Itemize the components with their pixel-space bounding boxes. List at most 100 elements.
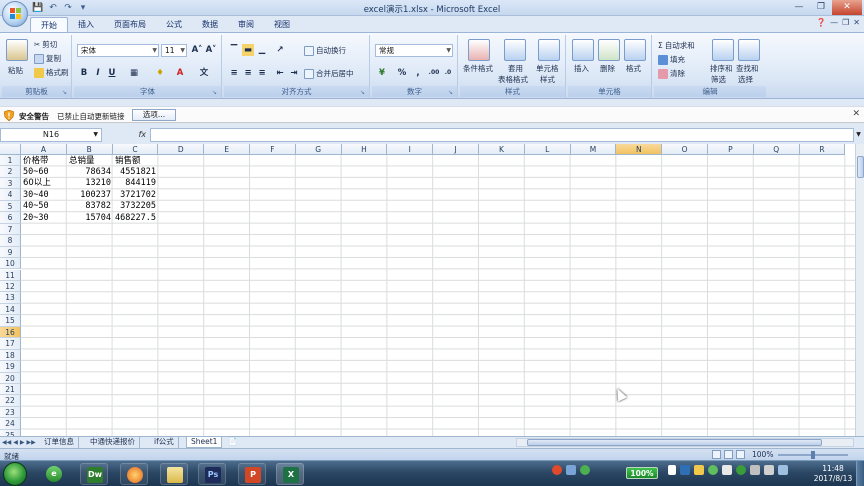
row-header[interactable]: 23 [0, 406, 21, 419]
grow-font-icon[interactable]: A˄ [191, 44, 203, 56]
table-cell[interactable]: 844119 [112, 178, 156, 189]
paste-button[interactable]: 粘贴 [8, 65, 23, 76]
volume-icon[interactable] [764, 465, 774, 475]
vertical-scroll-thumb[interactable] [857, 156, 864, 178]
tab-review[interactable]: 审阅 [228, 17, 264, 32]
underline-button[interactable]: U [106, 67, 118, 79]
column-header[interactable]: I [387, 144, 434, 155]
table-cell[interactable]: 40~50 [23, 201, 49, 212]
row-header[interactable]: 3 [0, 177, 21, 190]
column-header[interactable]: K [479, 144, 525, 155]
row-header[interactable]: 21 [0, 384, 21, 396]
font-launcher-icon[interactable]: ↘ [212, 89, 219, 96]
format-painter-button[interactable]: 格式刷 [34, 67, 69, 78]
taskbar-app-photoshop[interactable]: Ps [198, 463, 226, 485]
shrink-font-icon[interactable]: A˅ [205, 44, 217, 56]
tray-icon-6[interactable] [750, 465, 760, 475]
increase-decimal-icon[interactable]: .00 [428, 67, 440, 79]
clipboard-launcher-icon[interactable]: ↘ [62, 89, 69, 96]
tray-network-icon[interactable] [580, 465, 590, 475]
action-center-icon[interactable] [778, 465, 788, 475]
column-header[interactable]: E [204, 144, 250, 155]
sheet-tab-sheet1[interactable]: Sheet1 [186, 437, 223, 448]
insert-cells-button[interactable]: 插入 [574, 63, 589, 74]
start-button[interactable] [3, 462, 27, 486]
row-header[interactable]: 4 [0, 189, 21, 201]
fill-color-icon[interactable]: ♦ [154, 67, 166, 79]
cell-styles-icon[interactable] [538, 39, 560, 61]
tab-home[interactable]: 开始 [30, 17, 68, 32]
paste-icon[interactable] [6, 39, 28, 61]
zoom-slider[interactable] [778, 451, 848, 459]
insert-sheet-icon[interactable]: 📄 [224, 437, 241, 448]
column-header[interactable]: B [66, 144, 113, 155]
orientation-icon[interactable]: ↗ [274, 44, 286, 56]
row-header[interactable]: 22 [0, 395, 21, 407]
row-header[interactable]: 5 [0, 200, 21, 213]
tray-app-icon[interactable] [552, 465, 562, 475]
tab-formulas[interactable]: 公式 [156, 17, 192, 32]
format-as-table-button[interactable]: 套用 [508, 63, 523, 74]
workbook-close-icon[interactable]: ✕ [853, 18, 860, 27]
sheet-tab-orders[interactable]: 订单信息 [40, 437, 79, 448]
align-bottom-icon[interactable]: ▁ [256, 44, 268, 56]
table-cell[interactable]: 20~30 [23, 213, 49, 224]
column-header[interactable]: Q [753, 144, 800, 155]
select-all-corner[interactable] [0, 144, 21, 155]
format-cells-button[interactable]: 格式 [626, 63, 641, 74]
table-cell[interactable]: 50~60 [23, 167, 49, 178]
expand-formula-bar-icon[interactable]: ▼ [854, 128, 863, 142]
conditional-formatting-icon[interactable] [468, 39, 490, 61]
align-left-icon[interactable]: ≡ [228, 67, 240, 79]
horizontal-scroll-thumb[interactable] [527, 439, 822, 446]
page-layout-view-icon[interactable] [724, 450, 733, 459]
workbook-minimize-icon[interactable]: — [830, 18, 838, 27]
merge-center-button[interactable]: 合并后居中 [304, 68, 354, 79]
power-plug-icon[interactable] [668, 465, 676, 475]
font-name-combo[interactable]: 宋体 ▼ [77, 44, 159, 57]
row-header[interactable]: 17 [0, 338, 21, 350]
increase-indent-icon[interactable]: ⇥ [288, 67, 300, 79]
column-header[interactable]: P [708, 144, 754, 155]
show-desktop-button[interactable] [856, 461, 864, 486]
row-header[interactable]: 8 [0, 235, 21, 247]
align-center-icon[interactable]: ≡ [242, 67, 254, 79]
row-header[interactable]: 15 [0, 315, 21, 327]
taskbar-app-explorer[interactable] [160, 463, 188, 485]
column-header[interactable]: M [570, 144, 617, 155]
name-box[interactable]: N16 ▼ [0, 128, 102, 142]
decrease-decimal-icon[interactable]: .0 [442, 67, 454, 79]
align-middle-icon[interactable]: ▬ [242, 44, 254, 56]
alignment-launcher-icon[interactable]: ↘ [360, 89, 367, 96]
table-cell[interactable]: 60以上 [23, 178, 51, 189]
sort-filter-button[interactable]: 排序和 [710, 63, 733, 74]
tab-insert[interactable]: 插入 [68, 17, 104, 32]
delete-cells-button[interactable]: 删除 [600, 63, 615, 74]
number-format-combo[interactable]: 常规 ▼ [375, 44, 453, 57]
table-cell[interactable]: 3721702 [112, 190, 156, 201]
format-cells-icon[interactable] [624, 39, 646, 61]
format-as-table-icon[interactable] [504, 39, 526, 61]
column-header[interactable]: D [158, 144, 205, 155]
table-cell[interactable]: 30~40 [23, 190, 49, 201]
prev-sheet-icon[interactable]: ◀ [13, 437, 18, 448]
column-header[interactable]: A [21, 144, 67, 155]
zoom-level[interactable]: 100% [752, 450, 773, 459]
taskbar-clock[interactable]: 11:48 2017/8/13 [812, 464, 854, 484]
table-cell[interactable]: 83782 [67, 201, 111, 212]
column-header[interactable]: N [616, 144, 663, 155]
row-header[interactable]: 20 [0, 372, 21, 384]
row-header[interactable]: 16 [0, 326, 21, 339]
table-header-cell[interactable]: 销售额 [115, 156, 141, 167]
column-header[interactable]: L [524, 144, 571, 155]
number-launcher-icon[interactable]: ↘ [448, 89, 455, 96]
row-header[interactable]: 14 [0, 303, 21, 316]
minimize-button[interactable]: — [788, 0, 810, 15]
font-size-combo[interactable]: 11 ▼ [161, 44, 187, 57]
table-cell[interactable]: 15704 [67, 213, 111, 224]
sheet-tab-if-formula[interactable]: if公式 [150, 437, 179, 448]
phonetic-icon[interactable]: 文 [198, 67, 210, 79]
next-sheet-icon[interactable]: ▶ [20, 437, 25, 448]
row-header[interactable]: 9 [0, 246, 21, 259]
table-cell[interactable]: 468227.5 [112, 213, 156, 224]
